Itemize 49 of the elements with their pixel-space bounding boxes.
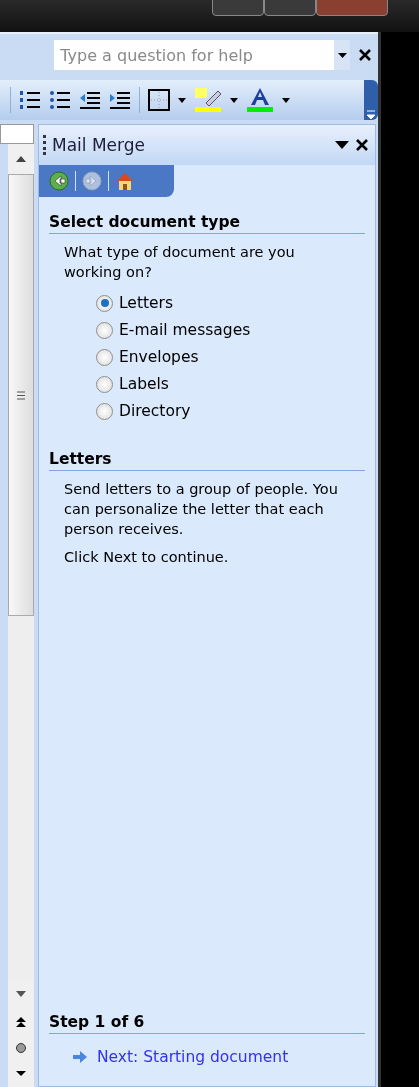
radio-icon[interactable] xyxy=(96,348,113,366)
help-search-field[interactable]: Type a question for help xyxy=(54,40,333,70)
right-arrow-icon xyxy=(73,1051,87,1063)
maximize-button[interactable] xyxy=(264,0,316,16)
close-icon[interactable] xyxy=(358,48,373,62)
close-icon[interactable] xyxy=(355,138,370,152)
minimize-button[interactable] xyxy=(212,0,264,16)
home-icon[interactable] xyxy=(115,171,135,191)
bulleted-list-icon[interactable] xyxy=(49,89,71,111)
radio-icon[interactable] xyxy=(96,375,113,393)
scroll-down-arrow-icon[interactable] xyxy=(16,991,26,997)
font-color-icon[interactable] xyxy=(246,87,274,113)
radio-option[interactable]: E-mail messages xyxy=(96,321,366,339)
radio-icon[interactable] xyxy=(96,294,113,312)
radio-option[interactable]: Directory xyxy=(96,402,366,420)
dropdown-caret-icon[interactable] xyxy=(337,52,347,58)
section-heading: Letters xyxy=(49,450,366,471)
dropdown-caret-icon[interactable] xyxy=(178,97,186,103)
radio-option[interactable]: Letters xyxy=(96,294,366,312)
task-pane-title: Mail Merge xyxy=(52,135,146,155)
highlighter-icon[interactable] xyxy=(194,87,222,113)
pane-menu-caret-icon[interactable] xyxy=(335,141,350,149)
toolbar-options-button[interactable] xyxy=(364,80,379,120)
dropdown-caret-icon[interactable] xyxy=(282,97,290,103)
grip-icon xyxy=(17,390,25,400)
browse-object-icon[interactable] xyxy=(16,1043,26,1053)
description-text: What type of document are you working on? xyxy=(64,243,296,282)
scroll-up-arrow-icon[interactable] xyxy=(16,156,26,162)
section-heading: Select document type xyxy=(49,213,366,234)
overflow-icon xyxy=(367,110,376,120)
previous-page-icon[interactable] xyxy=(16,1017,26,1027)
borders-icon[interactable] xyxy=(148,89,170,111)
decrease-indent-icon[interactable] xyxy=(79,89,101,111)
radio-icon[interactable] xyxy=(96,321,113,339)
step-heading: Step 1 of 6 xyxy=(49,1013,366,1034)
increase-indent-icon[interactable] xyxy=(109,89,131,111)
radio-icon[interactable] xyxy=(96,402,113,420)
radio-option[interactable]: Envelopes xyxy=(96,348,366,366)
next-page-icon[interactable] xyxy=(16,1071,26,1077)
description-text: Send letters to a group of people. You can personalize the letter that each person receives. xyxy=(64,480,339,539)
numbered-list-icon[interactable] xyxy=(19,89,41,111)
dropdown-caret-icon[interactable] xyxy=(230,97,238,103)
drag-grip-icon[interactable] xyxy=(43,135,46,155)
next-step-link[interactable]: Next: Starting document xyxy=(73,1048,366,1066)
dropdown-button[interactable] xyxy=(332,40,351,70)
scrollbar-thumb[interactable] xyxy=(8,174,34,616)
radio-option[interactable]: Labels xyxy=(96,375,366,393)
ruler xyxy=(0,124,34,144)
description-text: Click Next to continue. xyxy=(64,548,230,567)
